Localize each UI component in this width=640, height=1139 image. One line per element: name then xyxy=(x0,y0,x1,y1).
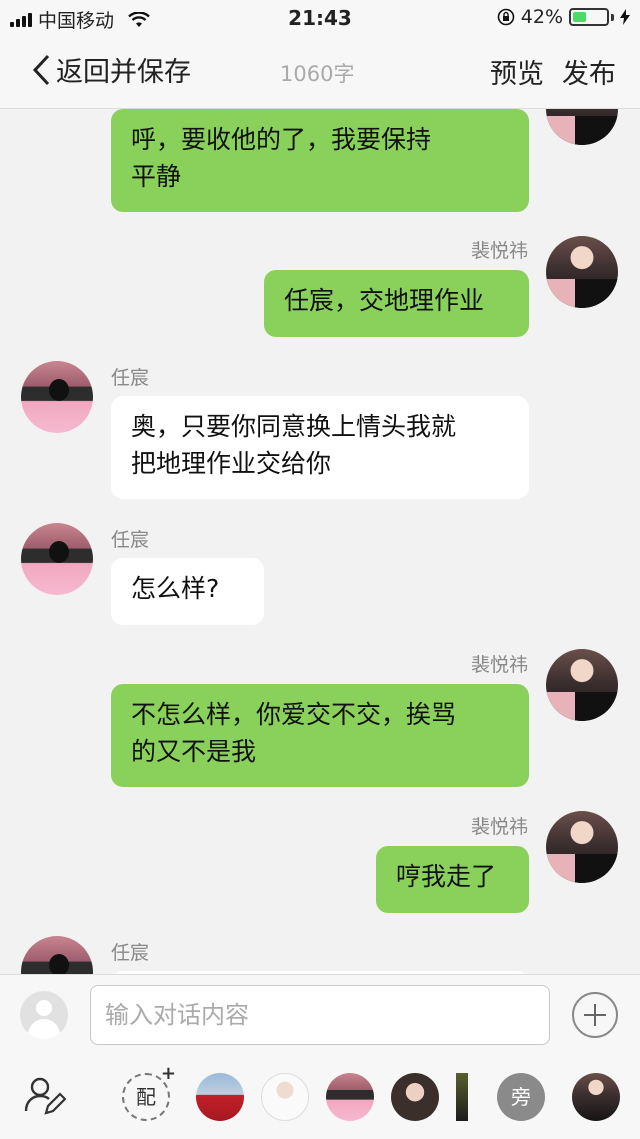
dialogue-input[interactable]: 输入对话内容 xyxy=(90,985,550,1045)
narration-button[interactable]: 旁 xyxy=(497,1073,545,1121)
speaker-name: 任宸 xyxy=(111,942,150,964)
speaker-name: 任宸 xyxy=(111,529,150,551)
edit-character-button[interactable] xyxy=(24,1075,72,1123)
avatar-ren[interactable] xyxy=(21,361,93,433)
role-select-avatar[interactable] xyxy=(20,991,68,1039)
message-bubble[interactable]: 哼我走了 xyxy=(376,846,529,913)
message-bubble[interactable]: 任宸，交地理作业 xyxy=(264,270,529,337)
pei-label: 配 xyxy=(136,1085,156,1109)
user-edit-icon xyxy=(24,1077,67,1115)
character-avatar[interactable] xyxy=(326,1073,374,1121)
preview-button[interactable]: 预览 xyxy=(490,52,544,91)
input-bar: 输入对话内容 xyxy=(0,974,640,1058)
word-count: 1060字 xyxy=(280,62,355,86)
message-line: 呼，要收他的了，我要保持 xyxy=(131,125,432,154)
character-toolbar: 配 + 旁 xyxy=(0,1057,640,1139)
avatar-ren[interactable] xyxy=(21,523,93,595)
message-line: 任宸，交地理作业 xyxy=(284,286,485,315)
avatar-pei[interactable] xyxy=(546,236,618,308)
message-line: 平静 xyxy=(131,162,182,191)
character-avatar[interactable] xyxy=(456,1073,468,1121)
speaker-name: 裴悦祎 xyxy=(470,240,528,262)
add-button[interactable] xyxy=(572,992,618,1038)
status-right: 42% xyxy=(497,6,630,28)
battery-icon xyxy=(569,8,609,26)
chevron-left-icon xyxy=(32,54,50,85)
character-avatar[interactable] xyxy=(261,1073,309,1121)
avatar-pei[interactable] xyxy=(546,109,618,145)
speaker-name: 任宸 xyxy=(111,367,150,389)
message-bubble[interactable]: 奥，只要你同意换上情头我就 把地理作业交给你 xyxy=(111,396,529,499)
avatar-pei[interactable] xyxy=(546,649,618,721)
character-avatar[interactable] xyxy=(391,1073,439,1121)
publish-button[interactable]: 发布 xyxy=(562,52,616,91)
back-save-label: 返回并保存 xyxy=(56,57,191,88)
character-avatar[interactable] xyxy=(196,1073,244,1121)
avatar-pei[interactable] xyxy=(546,811,618,883)
add-supporting-role-button[interactable]: 配 + xyxy=(122,1065,176,1121)
speaker-name: 裴悦祎 xyxy=(470,816,528,838)
message-line: 的又不是我 xyxy=(131,737,257,766)
rotation-lock-icon xyxy=(497,8,515,26)
message-line: 怎么样? xyxy=(131,574,220,603)
message-bubble[interactable]: 不怎么样，你爱交不交，挨骂 的又不是我 xyxy=(111,684,529,787)
speaker-name: 裴悦祎 xyxy=(470,654,528,676)
message-line: 哼我走了 xyxy=(396,862,497,891)
battery-percent: 42% xyxy=(520,6,563,28)
plus-icon: + xyxy=(160,1063,176,1084)
character-avatar[interactable] xyxy=(572,1073,620,1121)
chat-area[interactable]: 呼，要收他的了，我要保持 平静 裴悦祎 任宸，交地理作业 任宸 奥，只要你同意换… xyxy=(0,109,640,974)
charging-icon xyxy=(620,9,630,25)
message-line: 不怎么样，你爱交不交，挨骂 xyxy=(131,700,457,729)
message-bubble[interactable]: 怎么样? xyxy=(111,558,264,625)
back-save-button[interactable]: 返回并保存 xyxy=(32,50,191,89)
nav-actions: 预览 发布 xyxy=(490,52,616,91)
status-bar: 中国移动 21:43 42% xyxy=(0,0,640,36)
message-line: 奥，只要你同意换上情头我就 xyxy=(131,412,457,441)
avatar-ren[interactable] xyxy=(21,936,93,974)
nav-bar: 返回并保存 1060字 预览 发布 xyxy=(0,36,640,109)
message-bubble[interactable]: 呼，要收他的了，我要保持 平静 xyxy=(111,109,529,212)
message-line: 把地理作业交给你 xyxy=(131,449,332,478)
